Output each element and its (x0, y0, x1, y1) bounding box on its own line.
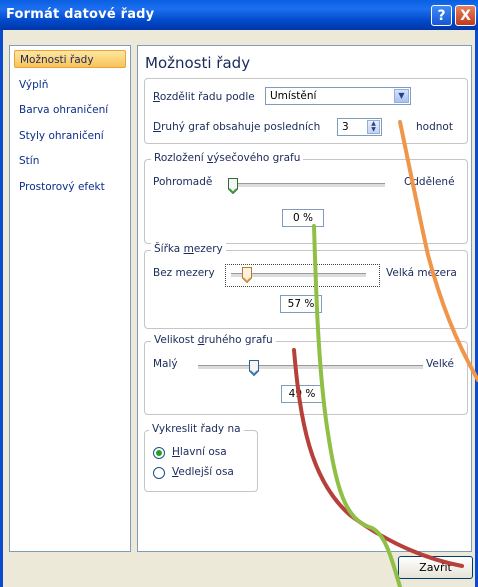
second-size-value-field[interactable]: 49 % (281, 385, 323, 403)
gap-value-field[interactable]: 57 % (280, 295, 322, 313)
radio-secondary-axis[interactable] (153, 467, 165, 479)
split-series-label: Rozdělit řadu podle (153, 91, 255, 103)
gap-max-label: Velká mezera (386, 267, 457, 279)
spinner-arrows-icon[interactable]: ▲ ▼ (367, 120, 380, 134)
plot-on-group: Vykreslit řady na (144, 423, 258, 492)
second-size-min-label: Malý (153, 358, 178, 370)
title-bar: Formát datové řady ? X (0, 0, 478, 30)
nav-item-shadow[interactable]: Stín (14, 152, 126, 170)
chevron-down-icon[interactable]: ▼ (394, 89, 409, 103)
explosion-group: Rozložení výsečového grafu (144, 152, 468, 244)
explosion-legend: Rozložení výsečového grafu (151, 152, 304, 164)
options-panel: Možnosti řady Rozdělit řadu podle Umístě… (137, 45, 472, 552)
secondary-axis-label[interactable]: Vedlejší osa (172, 466, 234, 478)
nav-item-border-styles[interactable]: Styly ohraničení (14, 127, 126, 145)
explosion-slider-thumb[interactable] (228, 178, 238, 194)
close-window-button[interactable]: X (455, 5, 476, 26)
second-size-legend: Velikost druhého grafu (151, 334, 276, 346)
panel-heading: Možnosti řady (145, 54, 251, 72)
second-plot-values-spinner[interactable]: 3 ▲ ▼ (337, 118, 382, 136)
nav-item-border-color[interactable]: Barva ohraničení (14, 101, 126, 119)
gap-legend: Šířka mezery (151, 243, 226, 255)
close-button[interactable]: Zavřít (398, 556, 473, 579)
split-series-value: Umístění (270, 90, 317, 102)
explosion-value-field[interactable]: 0 % (282, 209, 324, 227)
second-size-max-label: Velké (426, 358, 454, 370)
explosion-min-label: Pohromadě (153, 176, 213, 188)
plot-on-legend: Vykreslit řady na (149, 423, 244, 435)
second-plot-unit-label: hodnot (416, 121, 453, 133)
window-title: Formát datové řady (6, 7, 155, 22)
primary-axis-label[interactable]: Hlavní osa (172, 446, 227, 458)
help-button[interactable]: ? (431, 5, 452, 26)
nav-item-fill[interactable]: Výplň (14, 76, 126, 94)
second-plot-values-label: Druhý graf obsahuje posledních (153, 121, 321, 133)
gap-slider-thumb[interactable] (242, 267, 253, 283)
gap-min-label: Bez mezery (153, 267, 215, 279)
nav-item-series-options[interactable]: Možnosti řady (14, 50, 126, 68)
second-size-group: Velikost druhého grafu (144, 334, 468, 415)
nav-item-3d-format[interactable]: Prostorový efekt (14, 178, 126, 196)
radio-primary-axis[interactable] (153, 447, 165, 459)
second-size-slider-track[interactable] (198, 365, 423, 370)
category-nav: Možnosti řady Výplň Barva ohraničení Sty… (9, 45, 131, 552)
split-series-select[interactable]: Umístění ▼ (265, 87, 411, 105)
explosion-slider-track[interactable] (233, 183, 385, 188)
second-plot-values-value: 3 (342, 121, 349, 133)
second-size-slider-thumb[interactable] (249, 360, 260, 376)
gap-group: Šířka mezery (144, 243, 468, 329)
explosion-max-label: Oddělené (404, 176, 455, 188)
